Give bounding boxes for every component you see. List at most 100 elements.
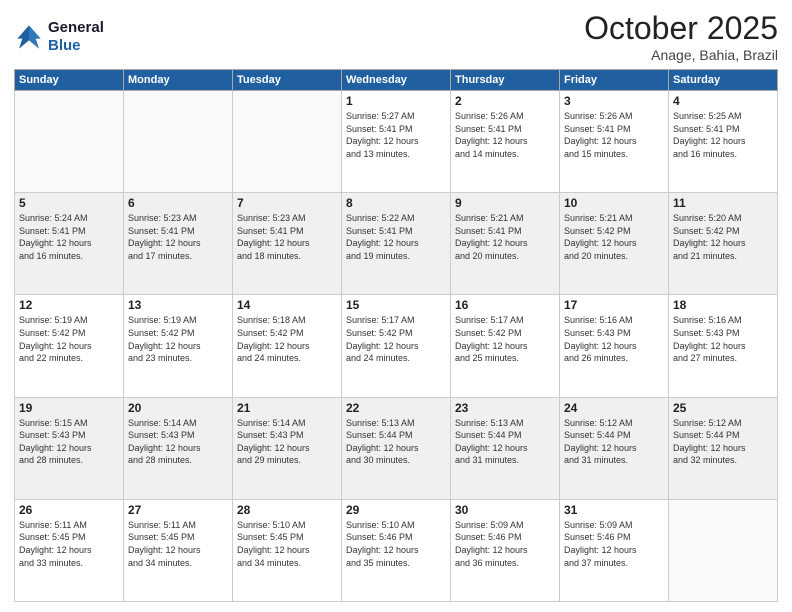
week-row-5: 26Sunrise: 5:11 AM Sunset: 5:45 PM Dayli… bbox=[15, 499, 778, 601]
day-info: Sunrise: 5:12 AM Sunset: 5:44 PM Dayligh… bbox=[564, 417, 664, 467]
day-number: 16 bbox=[455, 298, 555, 312]
col-wednesday: Wednesday bbox=[342, 70, 451, 91]
day-info: Sunrise: 5:16 AM Sunset: 5:43 PM Dayligh… bbox=[673, 314, 773, 364]
day-number: 9 bbox=[455, 196, 555, 210]
table-cell: 8Sunrise: 5:22 AM Sunset: 5:41 PM Daylig… bbox=[342, 193, 451, 295]
table-cell: 9 Sunrise: 5:21 AM Sunset: 5:41 PM Daylig… bbox=[451, 193, 560, 295]
col-friday: Friday bbox=[560, 70, 669, 91]
table-cell: 30Sunrise: 5:09 AM Sunset: 5:46 PM Dayli… bbox=[451, 499, 560, 601]
day-number: 15 bbox=[346, 298, 446, 312]
day-info: Sunrise: 5:11 AM Sunset: 5:45 PM Dayligh… bbox=[128, 519, 228, 569]
day-info: Sunrise: 5:16 AM Sunset: 5:43 PM Dayligh… bbox=[564, 314, 664, 364]
week-row-4: 19Sunrise: 5:15 AM Sunset: 5:43 PM Dayli… bbox=[15, 397, 778, 499]
table-cell: 23Sunrise: 5:13 AM Sunset: 5:44 PM Dayli… bbox=[451, 397, 560, 499]
table-cell bbox=[124, 91, 233, 193]
day-info: Sunrise: 5:20 AM Sunset: 5:42 PM Dayligh… bbox=[673, 212, 773, 262]
calendar-table: Sunday Monday Tuesday Wednesday Thursday… bbox=[14, 69, 778, 602]
day-number: 5 bbox=[19, 196, 119, 210]
table-cell: 3 Sunrise: 5:26 AM Sunset: 5:41 PM Daylig… bbox=[560, 91, 669, 193]
table-cell: 10 Sunrise: 5:21 AM Sunset: 5:42 PM Dayli… bbox=[560, 193, 669, 295]
day-number: 22 bbox=[346, 401, 446, 415]
day-number: 20 bbox=[128, 401, 228, 415]
day-info: Sunrise: 5:14 AM Sunset: 5:43 PM Dayligh… bbox=[237, 417, 337, 467]
table-cell: 21 Sunrise: 5:14 AM Sunset: 5:43 PM Dayli… bbox=[233, 397, 342, 499]
day-number: 1 bbox=[346, 94, 446, 108]
logo-icon bbox=[14, 22, 44, 52]
day-number: 12 bbox=[19, 298, 119, 312]
location-title: Anage, Bahia, Brazil bbox=[584, 47, 778, 63]
day-info: Sunrise: 5:13 AM Sunset: 5:44 PM Dayligh… bbox=[346, 417, 446, 467]
table-cell: 7 Sunrise: 5:23 AM Sunset: 5:41 PM Daylig… bbox=[233, 193, 342, 295]
weekday-header-row: Sunday Monday Tuesday Wednesday Thursday… bbox=[15, 70, 778, 91]
table-cell: 11 Sunrise: 5:20 AM Sunset: 5:42 PM Dayli… bbox=[669, 193, 778, 295]
day-info: Sunrise: 5:12 AM Sunset: 5:44 PM Dayligh… bbox=[673, 417, 773, 467]
day-number: 24 bbox=[564, 401, 664, 415]
week-row-1: 1Sunrise: 5:27 AM Sunset: 5:41 PM Daylig… bbox=[15, 91, 778, 193]
table-cell: 25 Sunrise: 5:12 AM Sunset: 5:44 PM Dayli… bbox=[669, 397, 778, 499]
table-cell: 1Sunrise: 5:27 AM Sunset: 5:41 PM Daylig… bbox=[342, 91, 451, 193]
col-sunday: Sunday bbox=[15, 70, 124, 91]
day-info: Sunrise: 5:17 AM Sunset: 5:42 PM Dayligh… bbox=[455, 314, 555, 364]
day-number: 28 bbox=[237, 503, 337, 517]
day-number: 30 bbox=[455, 503, 555, 517]
table-cell: 17 Sunrise: 5:16 AM Sunset: 5:43 PM Dayli… bbox=[560, 295, 669, 397]
table-cell: 20 Sunrise: 5:14 AM Sunset: 5:43 PM Dayli… bbox=[124, 397, 233, 499]
table-cell: 19Sunrise: 5:15 AM Sunset: 5:43 PM Dayli… bbox=[15, 397, 124, 499]
day-info: Sunrise: 5:21 AM Sunset: 5:41 PM Dayligh… bbox=[455, 212, 555, 262]
day-number: 3 bbox=[564, 94, 664, 108]
day-number: 27 bbox=[128, 503, 228, 517]
day-number: 17 bbox=[564, 298, 664, 312]
day-number: 25 bbox=[673, 401, 773, 415]
table-cell: 27 Sunrise: 5:11 AM Sunset: 5:45 PM Dayli… bbox=[124, 499, 233, 601]
table-cell: 5 Sunrise: 5:24 AM Sunset: 5:41 PM Daylig… bbox=[15, 193, 124, 295]
day-info: Sunrise: 5:11 AM Sunset: 5:45 PM Dayligh… bbox=[19, 519, 119, 569]
day-info: Sunrise: 5:26 AM Sunset: 5:41 PM Dayligh… bbox=[564, 110, 664, 160]
day-info: Sunrise: 5:26 AM Sunset: 5:41 PM Dayligh… bbox=[455, 110, 555, 160]
col-tuesday: Tuesday bbox=[233, 70, 342, 91]
table-cell: 4 Sunrise: 5:25 AM Sunset: 5:41 PM Daylig… bbox=[669, 91, 778, 193]
day-info: Sunrise: 5:09 AM Sunset: 5:46 PM Dayligh… bbox=[564, 519, 664, 569]
week-row-2: 5 Sunrise: 5:24 AM Sunset: 5:41 PM Daylig… bbox=[15, 193, 778, 295]
day-number: 4 bbox=[673, 94, 773, 108]
table-cell: 16 Sunrise: 5:17 AM Sunset: 5:42 PM Dayli… bbox=[451, 295, 560, 397]
day-number: 7 bbox=[237, 196, 337, 210]
table-cell: 31 Sunrise: 5:09 AM Sunset: 5:46 PM Dayli… bbox=[560, 499, 669, 601]
day-number: 18 bbox=[673, 298, 773, 312]
col-saturday: Saturday bbox=[669, 70, 778, 91]
logo-line1: General bbox=[48, 19, 104, 37]
day-info: Sunrise: 5:21 AM Sunset: 5:42 PM Dayligh… bbox=[564, 212, 664, 262]
day-info: Sunrise: 5:23 AM Sunset: 5:41 PM Dayligh… bbox=[237, 212, 337, 262]
table-cell bbox=[233, 91, 342, 193]
day-info: Sunrise: 5:13 AM Sunset: 5:44 PM Dayligh… bbox=[455, 417, 555, 467]
table-cell: 26Sunrise: 5:11 AM Sunset: 5:45 PM Dayli… bbox=[15, 499, 124, 601]
table-cell: 12Sunrise: 5:19 AM Sunset: 5:42 PM Dayli… bbox=[15, 295, 124, 397]
table-cell: 18 Sunrise: 5:16 AM Sunset: 5:43 PM Dayli… bbox=[669, 295, 778, 397]
logo: General Blue bbox=[14, 19, 104, 55]
table-cell: 14Sunrise: 5:18 AM Sunset: 5:42 PM Dayli… bbox=[233, 295, 342, 397]
table-cell: 6Sunrise: 5:23 AM Sunset: 5:41 PM Daylig… bbox=[124, 193, 233, 295]
day-number: 8 bbox=[346, 196, 446, 210]
table-cell: 29Sunrise: 5:10 AM Sunset: 5:46 PM Dayli… bbox=[342, 499, 451, 601]
day-number: 13 bbox=[128, 298, 228, 312]
table-cell: 2 Sunrise: 5:26 AM Sunset: 5:41 PM Daylig… bbox=[451, 91, 560, 193]
day-number: 21 bbox=[237, 401, 337, 415]
day-info: Sunrise: 5:14 AM Sunset: 5:43 PM Dayligh… bbox=[128, 417, 228, 467]
week-row-3: 12 Sunrise: 5:19 AM Sunset: 5:42 PM Dayli… bbox=[15, 295, 778, 397]
day-info: Sunrise: 5:23 AM Sunset: 5:41 PM Dayligh… bbox=[128, 212, 228, 262]
day-info: Sunrise: 5:15 AM Sunset: 5:43 PM Dayligh… bbox=[19, 417, 119, 467]
day-info: Sunrise: 5:10 AM Sunset: 5:46 PM Dayligh… bbox=[346, 519, 446, 569]
day-info: Sunrise: 5:18 AM Sunset: 5:42 PM Dayligh… bbox=[237, 314, 337, 364]
day-info: Sunrise: 5:25 AM Sunset: 5:41 PM Dayligh… bbox=[673, 110, 773, 160]
day-info: Sunrise: 5:24 AM Sunset: 5:41 PM Dayligh… bbox=[19, 212, 119, 262]
day-number: 31 bbox=[564, 503, 664, 517]
table-cell bbox=[669, 499, 778, 601]
day-info: Sunrise: 5:10 AM Sunset: 5:45 PM Dayligh… bbox=[237, 519, 337, 569]
logo-line2: Blue bbox=[48, 37, 104, 55]
day-number: 2 bbox=[455, 94, 555, 108]
day-number: 10 bbox=[564, 196, 664, 210]
day-info: Sunrise: 5:17 AM Sunset: 5:42 PM Dayligh… bbox=[346, 314, 446, 364]
col-thursday: Thursday bbox=[451, 70, 560, 91]
day-info: Sunrise: 5:19 AM Sunset: 5:42 PM Dayligh… bbox=[128, 314, 228, 364]
day-number: 11 bbox=[673, 196, 773, 210]
table-cell: 24 Sunrise: 5:12 AM Sunset: 5:44 PM Dayli… bbox=[560, 397, 669, 499]
